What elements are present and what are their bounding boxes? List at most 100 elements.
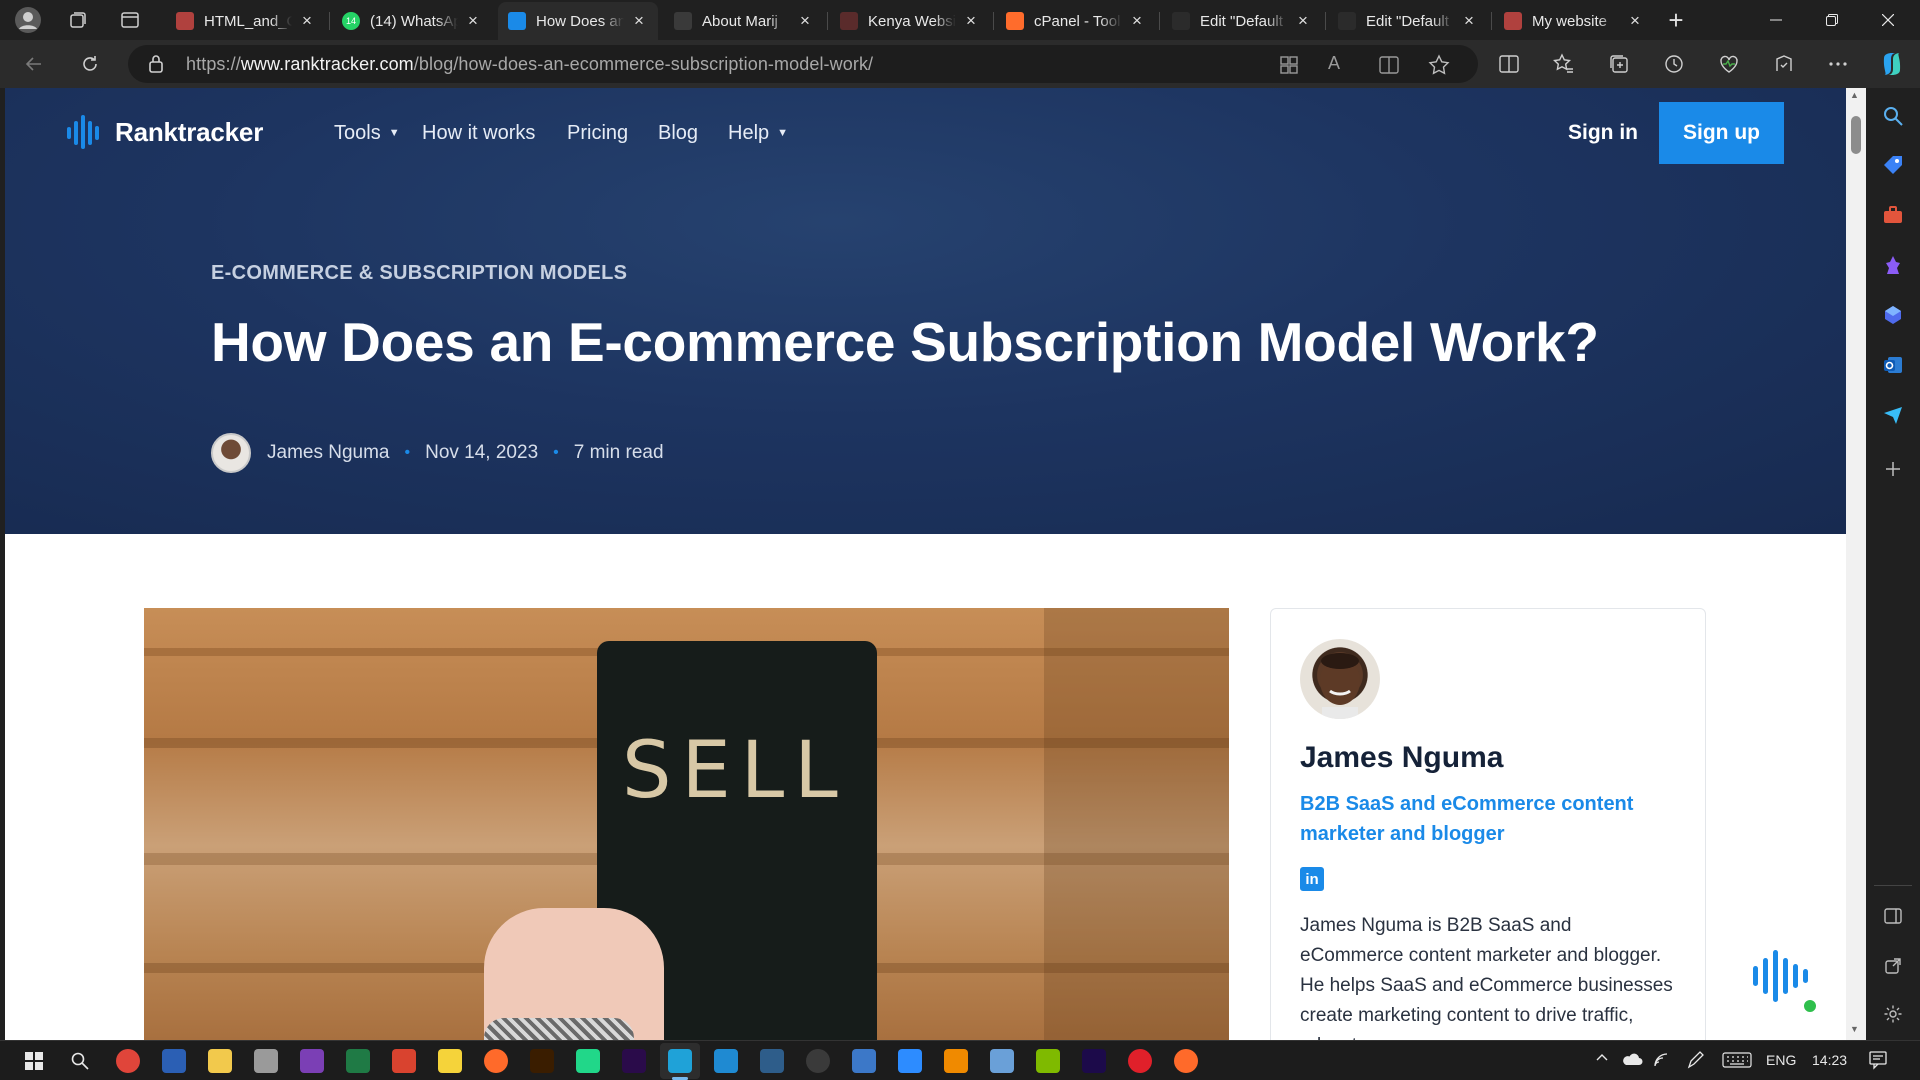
favorite-star-icon[interactable]	[1428, 54, 1450, 81]
browser-tab[interactable]: Edit "Default ×	[1162, 2, 1322, 40]
profile-icon[interactable]	[12, 4, 44, 36]
sign-in-link[interactable]: Sign in	[1568, 121, 1638, 145]
scroll-up-arrow-icon[interactable]: ▲	[1850, 90, 1859, 100]
taskbar-excel-icon[interactable]	[346, 1049, 370, 1073]
taskbar-pycharm-icon[interactable]	[576, 1049, 600, 1073]
vertical-tabs-icon[interactable]	[114, 4, 146, 36]
lock-icon[interactable]	[148, 54, 164, 79]
shopping-tag-icon[interactable]	[1879, 151, 1907, 179]
taskbar-office-icon[interactable]	[392, 1049, 416, 1073]
notifications-icon[interactable]	[1868, 1050, 1888, 1075]
tab-close-icon[interactable]: ×	[298, 11, 316, 31]
taskbar-premiere-icon[interactable]	[622, 1049, 646, 1073]
chat-widget-button[interactable]	[1742, 936, 1822, 1016]
add-sidebar-app-icon[interactable]	[1879, 455, 1907, 483]
page-scrollbar[interactable]: ▲ ▼	[1846, 88, 1866, 1040]
copilot-icon[interactable]	[1876, 48, 1908, 80]
back-button[interactable]	[18, 48, 50, 80]
input-language[interactable]: ENG	[1766, 1052, 1796, 1068]
onedrive-icon[interactable]	[1621, 1051, 1643, 1072]
author-avatar-small[interactable]	[211, 433, 251, 473]
url-text[interactable]: https://www.ranktracker.com/blog/how-doe…	[186, 54, 873, 75]
taskbar-printer-icon[interactable]	[254, 1049, 278, 1073]
taskbar-blender-icon[interactable]	[760, 1049, 784, 1073]
taskbar-word-icon[interactable]	[162, 1049, 186, 1073]
taskbar-search-icon[interactable]	[68, 1049, 92, 1073]
taskbar-edge-icon[interactable]	[668, 1049, 692, 1073]
immersive-reader-icon[interactable]	[1378, 55, 1400, 80]
article-author[interactable]: James Nguma	[267, 442, 390, 464]
taskbar-onenote-icon[interactable]	[300, 1049, 324, 1073]
tab-close-icon[interactable]: ×	[630, 11, 648, 31]
outlook-icon[interactable]	[1879, 351, 1907, 379]
refresh-button[interactable]	[74, 48, 106, 80]
tab-close-icon[interactable]: ×	[1460, 11, 1478, 31]
touch-keyboard-icon[interactable]	[1722, 1052, 1752, 1073]
taskbar-illustrator-icon[interactable]	[530, 1049, 554, 1073]
taskbar-vscode-icon[interactable]	[714, 1049, 738, 1073]
browser-tab[interactable]: Edit "Default ×	[1328, 2, 1488, 40]
nav-link-help[interactable]: Help ▼	[728, 122, 788, 145]
nav-link-tools[interactable]: Tools ▼	[334, 122, 400, 145]
scroll-down-arrow-icon[interactable]: ▼	[1850, 1024, 1859, 1034]
taskbar-firefox-icon[interactable]	[1174, 1049, 1198, 1073]
favorites-icon[interactable]	[1548, 48, 1580, 80]
taskbar-vlc-icon[interactable]	[944, 1049, 968, 1073]
taskbar-zoom-icon[interactable]	[898, 1049, 922, 1073]
history-icon[interactable]	[1658, 48, 1690, 80]
tab-close-icon[interactable]: ×	[464, 11, 482, 31]
microsoft-365-icon[interactable]	[1879, 301, 1907, 329]
tray-overflow-icon[interactable]	[1594, 1050, 1610, 1071]
open-external-icon[interactable]	[1879, 952, 1907, 980]
browser-tab[interactable]: 14 (14) WhatsAp ×	[332, 2, 492, 40]
tab-close-icon[interactable]: ×	[962, 11, 980, 31]
more-options-icon[interactable]	[1822, 48, 1854, 80]
taskbar-microsoft-store-icon[interactable]	[1036, 1049, 1060, 1073]
article-category[interactable]: E-COMMERCE & SUBSCRIPTION MODELS	[211, 262, 627, 285]
taskbar-chrome-icon[interactable]	[116, 1049, 140, 1073]
taskbar-opera-icon[interactable]	[1128, 1049, 1152, 1073]
system-clock[interactable]: 14:23	[1812, 1052, 1847, 1068]
browser-tab[interactable]: How Does an ×	[498, 2, 658, 40]
tab-close-icon[interactable]: ×	[1294, 11, 1312, 31]
taskbar-firefox-icon[interactable]	[484, 1049, 508, 1073]
tab-close-icon[interactable]: ×	[1626, 11, 1644, 31]
browser-tab[interactable]: Kenya Websi ×	[830, 2, 990, 40]
collections-icon[interactable]	[1603, 48, 1635, 80]
new-tab-button[interactable]: +	[1660, 4, 1692, 36]
site-logo[interactable]: Ranktracker	[67, 115, 263, 149]
restore-button[interactable]	[1804, 0, 1860, 40]
sign-up-button[interactable]: Sign up	[1659, 102, 1784, 164]
linkedin-icon[interactable]: in	[1300, 867, 1324, 891]
workspaces-icon[interactable]	[62, 4, 94, 36]
wifi-icon[interactable]	[1652, 1051, 1670, 1074]
sidebar-search-icon[interactable]	[1879, 102, 1907, 130]
taskbar-start-icon[interactable]	[22, 1049, 46, 1073]
tools-briefcase-icon[interactable]	[1879, 201, 1907, 229]
browser-tab[interactable]: HTML_and_C ×	[166, 2, 326, 40]
taskbar-sticky-notes-icon[interactable]	[438, 1049, 462, 1073]
sidebar-settings-icon[interactable]	[1879, 1000, 1907, 1028]
nav-link-blog[interactable]: Blog	[658, 122, 698, 145]
app-available-icon[interactable]	[1279, 55, 1299, 80]
nav-link-pricing[interactable]: Pricing	[567, 122, 628, 145]
games-icon[interactable]	[1879, 251, 1907, 279]
address-bar[interactable]: https://www.ranktracker.com/blog/how-doe…	[128, 45, 1478, 83]
split-screen-icon[interactable]	[1493, 48, 1525, 80]
browser-essentials-icon[interactable]	[1713, 48, 1745, 80]
drop-send-icon[interactable]	[1879, 401, 1907, 429]
scrollbar-thumb[interactable]	[1851, 116, 1861, 154]
pen-icon[interactable]	[1686, 1050, 1704, 1075]
tab-close-icon[interactable]: ×	[796, 11, 814, 31]
hide-sidebar-icon[interactable]	[1879, 902, 1907, 930]
browser-tab[interactable]: My website ×	[1494, 2, 1654, 40]
author-role[interactable]: B2B SaaS and eCommerce content marketer …	[1300, 789, 1640, 849]
taskbar-obs-icon[interactable]	[806, 1049, 830, 1073]
nav-link-how-it-works[interactable]: How it works	[422, 122, 535, 145]
browser-tab[interactable]: About Marij ×	[664, 2, 824, 40]
read-aloud-icon[interactable]: A	[1328, 53, 1340, 74]
taskbar-network-icon[interactable]	[990, 1049, 1014, 1073]
taskbar-file-explorer-icon[interactable]	[208, 1049, 232, 1073]
browser-tab[interactable]: cPanel - Tool ×	[996, 2, 1156, 40]
taskbar-calculator-icon[interactable]	[852, 1049, 876, 1073]
